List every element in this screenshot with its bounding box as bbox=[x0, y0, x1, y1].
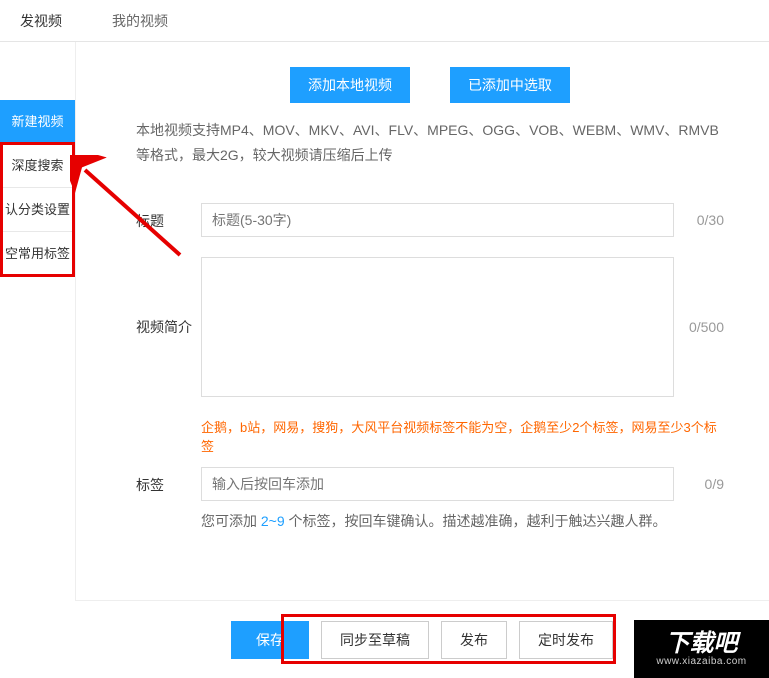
tab-publish-video[interactable]: 发视频 bbox=[20, 1, 62, 41]
tag-warning-text: 企鹅，b站，网易，搜狗，大风平台视频标签不能为空，企鹅至少2个标签，网易至少3个… bbox=[201, 417, 724, 455]
sidebar-item-new-video[interactable]: 新建视频 bbox=[0, 100, 75, 144]
tag-row: 标签 0/9 bbox=[136, 467, 724, 501]
tab-my-videos[interactable]: 我的视频 bbox=[112, 1, 168, 41]
title-input[interactable] bbox=[201, 203, 674, 237]
intro-row: 视频简介 0/500 bbox=[136, 257, 724, 397]
tag-help-text: 您可添加 2~9 个标签，按回车键确认。描述越准确，越利于触达兴趣人群。 bbox=[201, 511, 724, 531]
upload-hint-text: 本地视频支持MP4、MOV、MKV、AVI、FLV、MPEG、OGG、VOB、W… bbox=[136, 118, 724, 168]
watermark: 下载吧 www.xiazaiba.com bbox=[634, 620, 769, 678]
tag-help-prefix: 您可添加 bbox=[201, 513, 261, 529]
watermark-main-text: 下载吧 bbox=[666, 632, 738, 656]
sync-draft-button[interactable]: 同步至草稿 bbox=[321, 621, 429, 659]
top-tabs: 发视频 我的视频 bbox=[0, 0, 769, 42]
tag-help-range: 2~9 bbox=[261, 513, 285, 529]
sidebar: 新建视频 深度搜索 认分类设置 空常用标签 bbox=[0, 100, 75, 276]
main-content: 添加本地视频 已添加中选取 本地视频支持MP4、MOV、MKV、AVI、FLV、… bbox=[75, 42, 769, 678]
tag-help-suffix: 个标签，按回车键确认。描述越准确，越利于触达兴趣人群。 bbox=[285, 513, 667, 529]
watermark-url-text: www.xiazaiba.com bbox=[656, 656, 746, 667]
intro-textarea[interactable] bbox=[201, 257, 674, 397]
title-label: 标题 bbox=[136, 203, 201, 231]
intro-label: 视频简介 bbox=[136, 257, 201, 337]
publish-button[interactable]: 发布 bbox=[441, 621, 507, 659]
select-from-added-button[interactable]: 已添加中选取 bbox=[450, 67, 570, 103]
upload-button-row: 添加本地视频 已添加中选取 bbox=[136, 67, 724, 103]
tag-input[interactable] bbox=[201, 467, 674, 501]
save-button[interactable]: 保存 bbox=[231, 621, 309, 659]
sidebar-item-category-settings[interactable]: 认分类设置 bbox=[0, 188, 75, 232]
sidebar-item-deep-search[interactable]: 深度搜索 bbox=[0, 144, 75, 188]
add-local-video-button[interactable]: 添加本地视频 bbox=[290, 67, 410, 103]
tag-counter: 0/9 bbox=[674, 476, 724, 492]
tag-label: 标签 bbox=[136, 467, 201, 495]
sidebar-item-common-tags[interactable]: 空常用标签 bbox=[0, 232, 75, 276]
title-counter: 0/30 bbox=[674, 212, 724, 228]
title-row: 标题 0/30 bbox=[136, 203, 724, 237]
intro-counter: 0/500 bbox=[674, 319, 724, 335]
schedule-publish-button[interactable]: 定时发布 bbox=[519, 621, 613, 659]
